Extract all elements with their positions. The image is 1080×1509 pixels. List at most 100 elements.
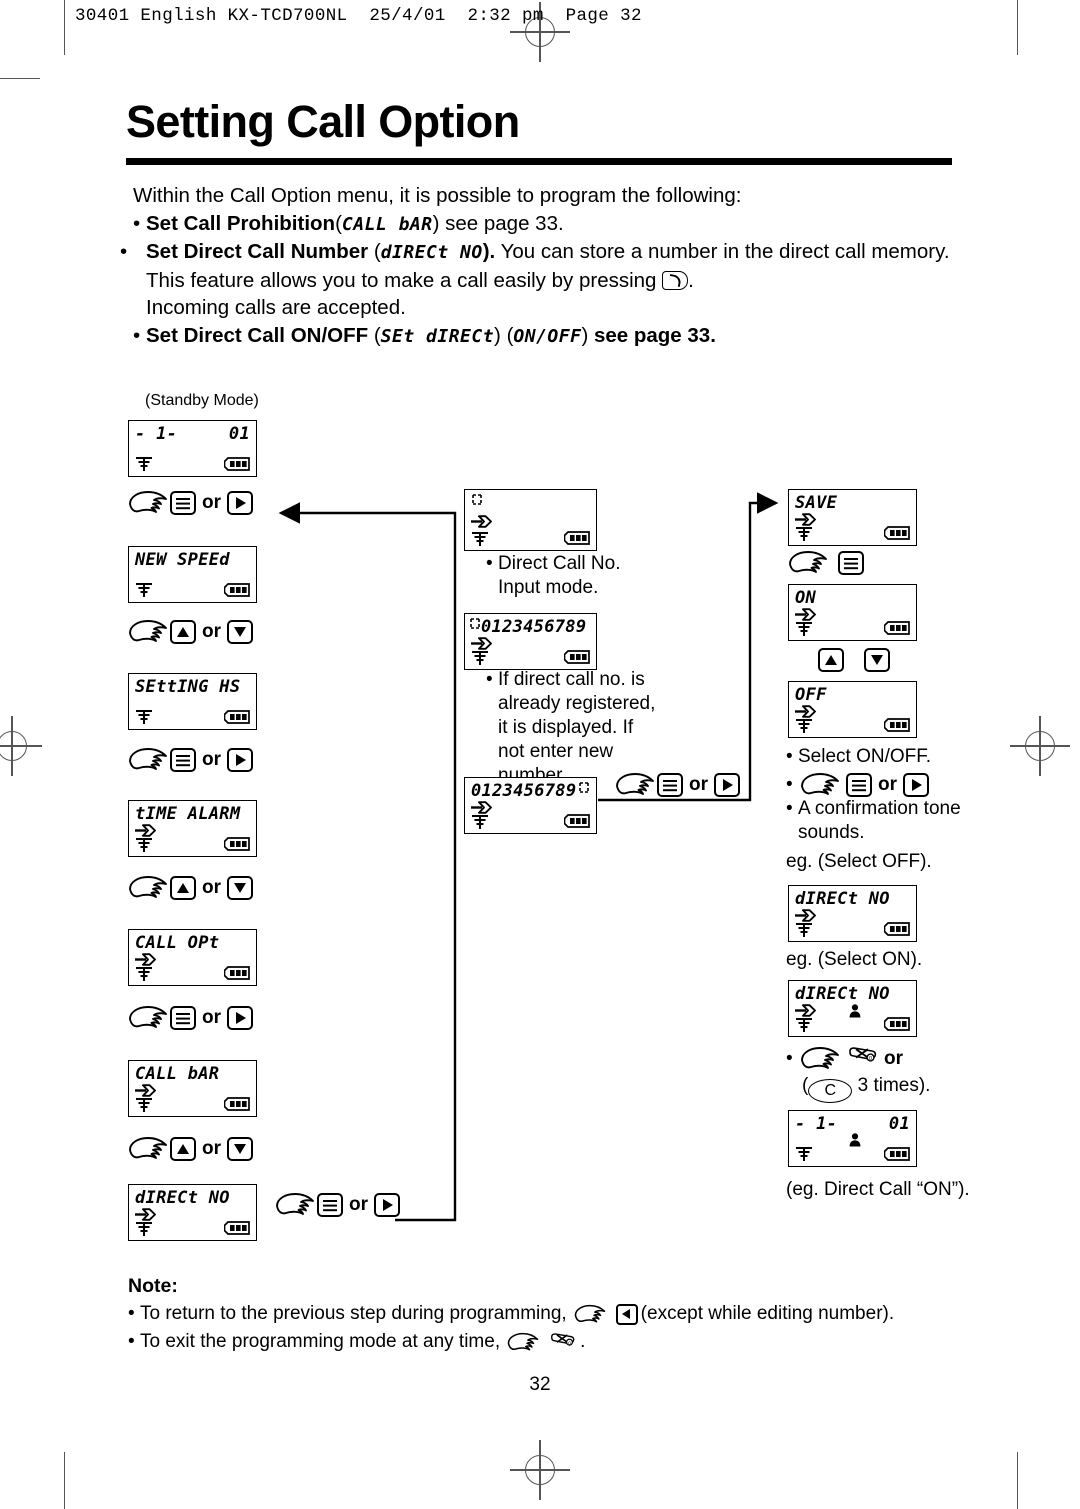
bullet-dot: • [786,774,793,795]
bullet-3-segment-text: SEt dIRECt [380,325,495,347]
crop-mark-bottom-right-v [1017,1452,1019,1509]
bullet-2-bold: Set Direct Call Number [146,240,369,263]
battery-icon [224,966,250,980]
lcd-on-text: ON [795,588,817,608]
lcd-call-bar-text: CALL bAR [135,1064,220,1084]
registration-mark-left [0,716,42,776]
bullet-dot: • [120,240,128,263]
note-heading: Note: [128,1275,178,1297]
left-arrow-button-icon[interactable] [615,1303,638,1325]
or-label: or [202,877,221,898]
menu-button-icon[interactable] [170,748,196,772]
or-label: or [202,749,221,770]
bullet-dot: • [786,798,793,819]
up-arrow-button-icon[interactable] [170,620,196,644]
keystep-5: or [126,1005,253,1031]
antenna-icon [135,457,153,472]
down-arrow-button-icon[interactable] [864,648,890,672]
bullet-dot: • [786,746,793,767]
right-arrow-button-icon[interactable] [227,1006,253,1030]
flow-arrow-indicator-icon [471,515,492,528]
antenna-icon [135,838,153,853]
antenna-icon [795,719,813,734]
lcd-time-alarm: tIME ALARM [128,800,257,857]
lcd-direct-no-on-text: dIRECt NO [795,984,890,1004]
up-arrow-button-icon[interactable] [170,1137,196,1161]
bullet-1-segment-text: CALL bAR [341,213,433,235]
or-label: or [202,1138,221,1159]
pointing-hand-icon [505,1332,541,1353]
menu-button-icon[interactable] [170,1006,196,1030]
page-number: 32 [529,1374,551,1395]
up-arrow-button-icon[interactable] [818,648,844,672]
right-arrow-button-icon[interactable] [227,748,253,772]
antenna-icon [795,622,813,637]
lcd-direct-no-off-text: dIRECt NO [795,889,890,909]
flow-arrow-indicator-icon [795,909,816,922]
lcd-standby-left-text: - 1- [135,424,178,444]
note-confirmation-tone: • A confirmation tone sounds. [786,797,996,845]
clear-key-icon[interactable]: C [808,1079,853,1103]
lcd-off: OFF [788,681,917,738]
or-label: or [878,774,897,795]
down-arrow-button-icon[interactable] [227,620,253,644]
up-arrow-button-icon[interactable] [170,876,196,900]
title-rule [126,158,952,165]
bullet-2-tail3: Incoming calls are accepted. [146,296,406,319]
note-line: Select ON/OFF. [798,746,932,767]
lcd-direct-no-off: dIRECt NO [788,885,917,942]
right-arrow-button-icon[interactable] [903,773,929,797]
battery-icon [884,526,910,540]
down-arrow-button-icon[interactable] [227,876,253,900]
c-key-three-times-row: (C 3 times). [802,1074,930,1103]
keystep-1: or [126,490,253,516]
down-arrow-button-icon[interactable] [227,1137,253,1161]
note-item-2-pre: To exit the programming mode at any time… [140,1331,501,1352]
lcd-direct-no: dIRECt NO [128,1184,257,1241]
battery-icon [224,457,250,471]
keystep-2: or [126,619,253,645]
power-off-key-icon[interactable] [550,1332,576,1353]
bullet-2-paren-open: ( [373,240,381,263]
intro-lead: Within the Call Option menu, it is possi… [133,184,742,207]
bullet-3-paren-mid: ) ( [494,323,514,347]
cursor-indicator-icon [472,494,483,506]
power-off-key-icon[interactable] [848,1047,878,1071]
note-select-on-off: • Select ON/OFF. [786,745,986,769]
menu-button-icon[interactable] [846,773,872,797]
eg-select-off-label: eg. (Select OFF). [786,851,932,872]
lcd-standby-direct-left-text: - 1- [795,1114,838,1134]
pointing-hand-icon [126,747,170,773]
note-block: Note: • To return to the previous step d… [128,1272,928,1356]
crop-mark-top-right-v [1017,0,1019,55]
keystep-3: or [126,747,253,773]
lcd-standby-right-text: 01 [228,424,250,444]
crop-mark-bottom-left-v [64,1452,66,1509]
lcd-number-text: 0123456789 [481,617,587,637]
talk-key-icon [662,270,689,290]
antenna-icon [471,815,489,830]
pointing-hand-icon [126,1136,170,1162]
right-arrow-button-icon[interactable] [227,491,253,515]
lcd-number-registered: 0123456789 [464,613,597,670]
bullet-dot: • [486,669,493,690]
three-times-label: 3 times). [857,1075,931,1096]
lcd-standby-direct-on: - 1- 01 [788,1110,917,1167]
battery-icon [884,718,910,732]
note-item-1: • To return to the previous step during … [128,1300,928,1328]
antenna-icon [795,527,813,542]
antenna-icon [135,967,153,982]
or-label: or [884,1048,903,1069]
antenna-icon [471,532,489,547]
menu-button-icon[interactable] [838,551,864,575]
menu-button-icon[interactable] [170,491,196,515]
lcd-call-bar: CALL bAR [128,1060,257,1117]
bullet-dot: • [786,1048,793,1069]
bullet-3-segment-text-2: ON/OFF [513,325,582,347]
lcd-new-speed-text: NEW SPEEd [135,550,230,570]
antenna-icon [135,710,153,725]
lcd-setting-hs-text: SEttING HS [135,677,241,697]
battery-icon [884,1147,910,1161]
bullet-3-tail: see page 33. [588,323,716,347]
intro-block: Within the Call Option menu, it is possi… [120,182,963,350]
